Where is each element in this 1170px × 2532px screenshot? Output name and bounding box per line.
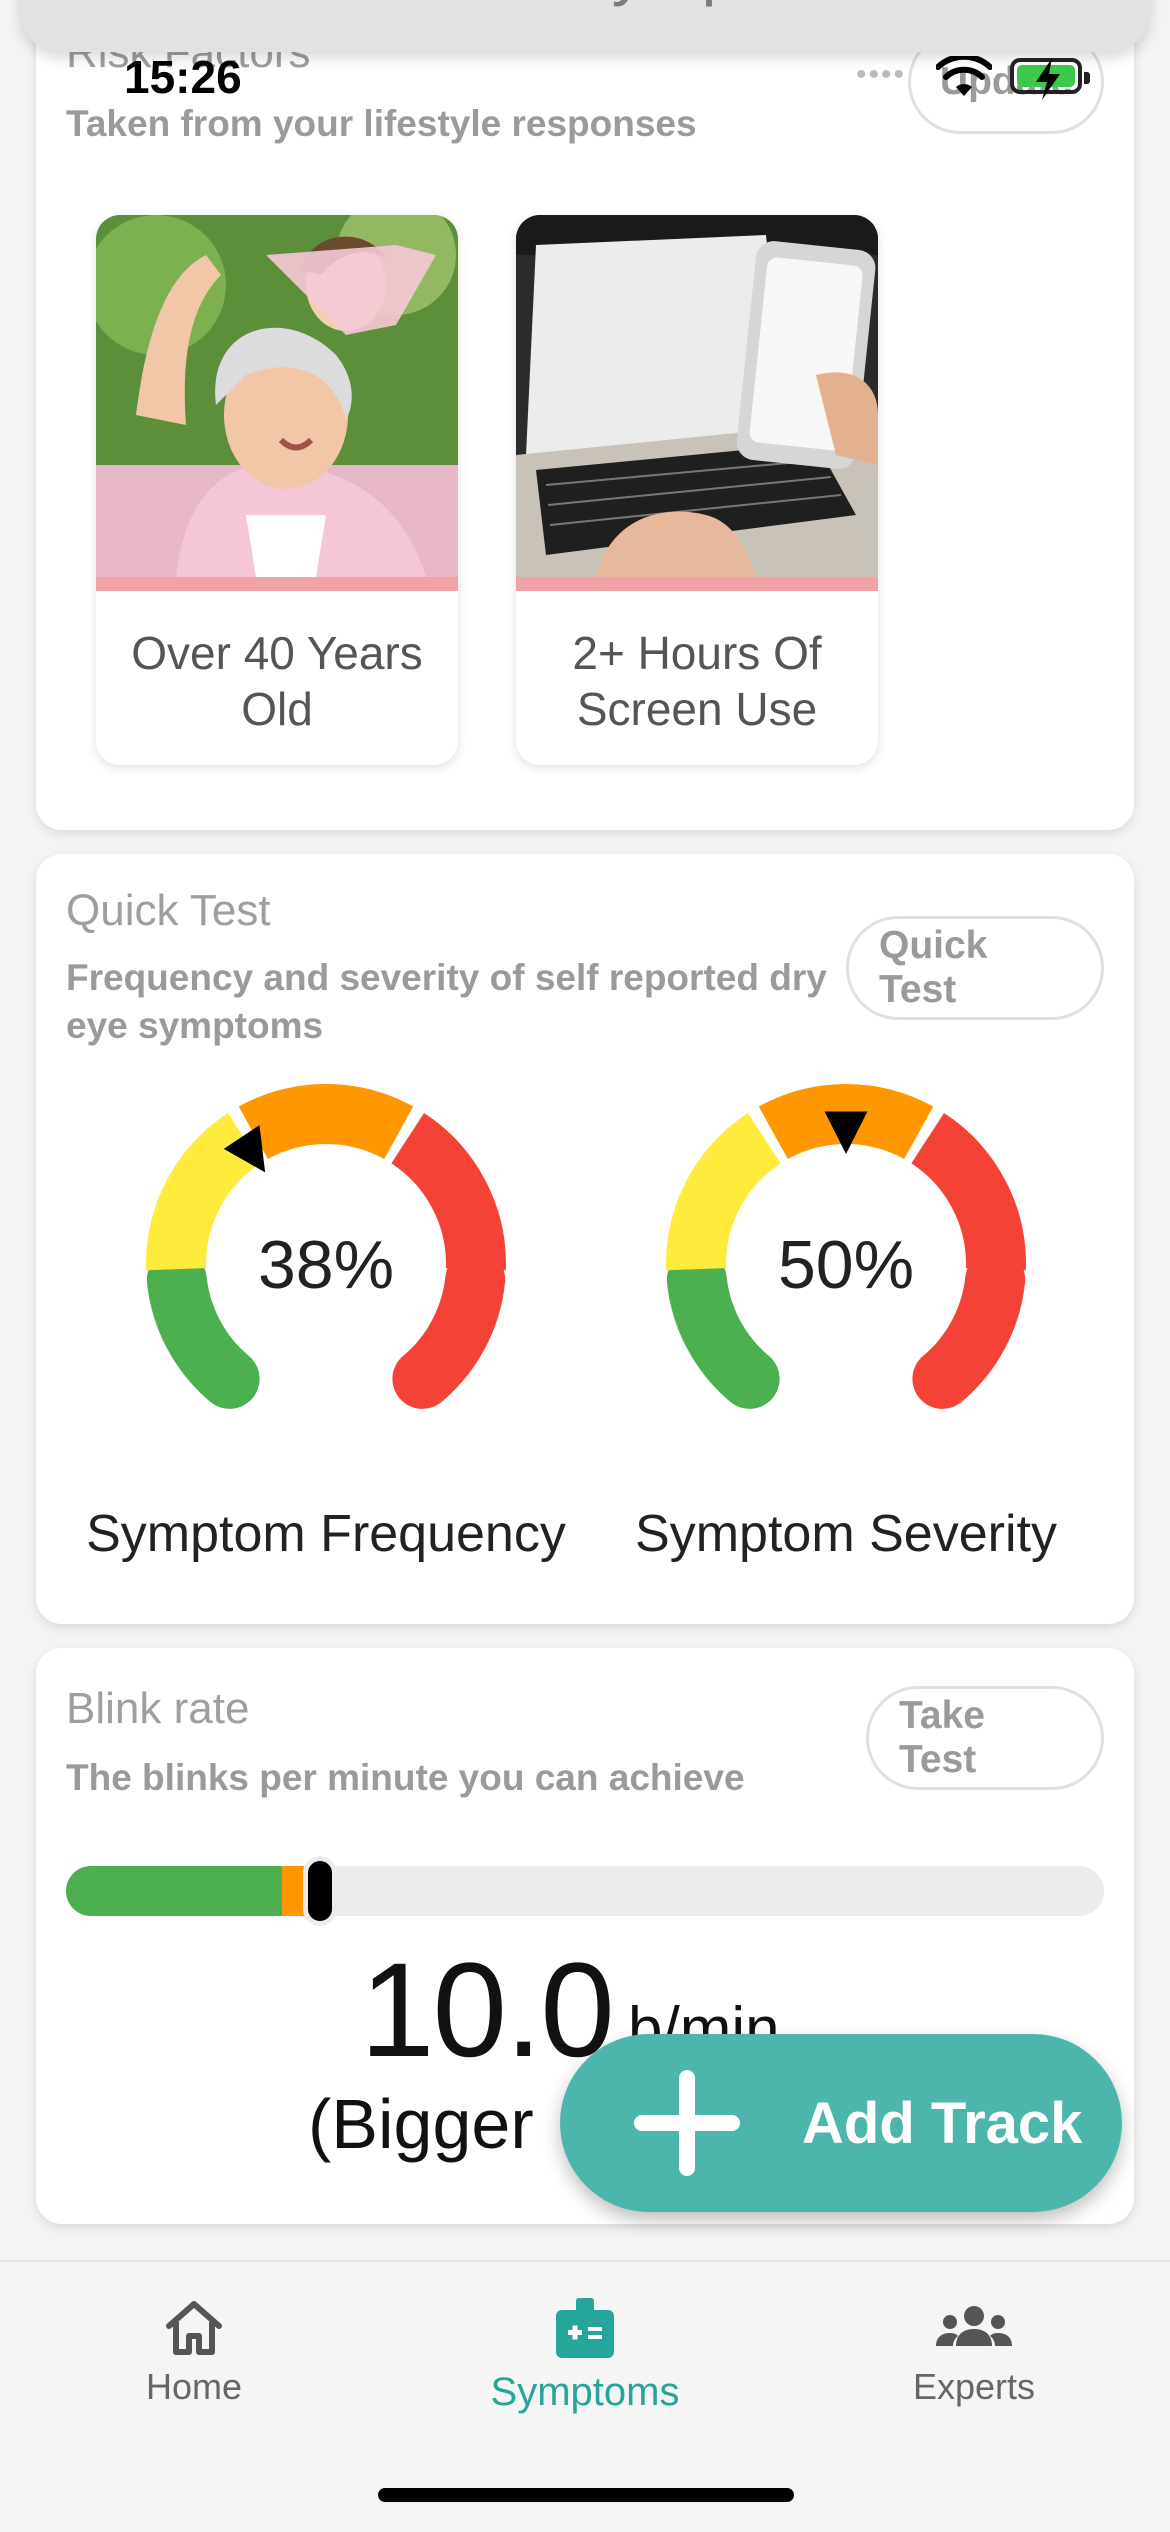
blink-rate-subtitle: The blinks per minute you can achieve <box>66 1757 745 1798</box>
quick-test-subtitle: Frequency and severity of self reported … <box>66 957 827 1046</box>
home-icon <box>166 2301 222 2355</box>
blink-rate-title: Blink rate <box>66 1684 250 1733</box>
blink-rate-bar-green <box>66 1866 283 1916</box>
gauge-segment-0 <box>666 1249 780 1409</box>
risk-factors-subtitle: Taken from your lifestyle responses <box>66 103 697 144</box>
gauge-value: 38% <box>258 1227 394 1303</box>
group-icon <box>936 2306 1012 2346</box>
grandmother-with-child-photo <box>96 215 458 577</box>
gauge-segment-4 <box>392 1249 506 1409</box>
nav-symptoms-label: Symptoms <box>490 2370 680 2414</box>
risk-tile-screen-label: 2+ Hours Of Screen Use <box>572 627 822 735</box>
risk-factors-card: Risk Factors Taken from your lifestyle r… <box>36 10 1134 830</box>
symptom-frequency-label: Symptom Frequency <box>86 1505 566 1563</box>
gauge-segment-3 <box>910 1113 1026 1271</box>
page-header: Measure Symptoms <box>20 0 1150 52</box>
risk-tile-age-label: Over 40 Years Old <box>131 627 423 735</box>
gauge-segment-4 <box>912 1249 1026 1409</box>
gauge-segment-3 <box>390 1113 506 1271</box>
symptom-severity-label: Symptom Severity <box>635 1505 1057 1563</box>
laptop-and-phone-photo <box>516 215 878 577</box>
nav-item-symptoms[interactable]: Symptoms <box>435 2298 735 2415</box>
gauge-segment-1 <box>146 1113 262 1271</box>
take-test-button[interactable]: Take Test <box>866 1686 1104 1790</box>
symptom-severity-gauge: 50% <box>666 1084 1026 1409</box>
nav-item-home[interactable]: Home <box>44 2298 344 2408</box>
nav-home-label: Home <box>145 2366 243 2407</box>
quick-test-title: Quick Test <box>66 886 271 935</box>
add-track-label: Add Track <box>802 2091 1083 2156</box>
blink-rate-value: 10.0 <box>360 1936 615 2085</box>
gauge-segment-1 <box>666 1113 782 1271</box>
add-track-button[interactable]: Add Track <box>560 2034 1122 2212</box>
nav-item-experts[interactable]: Experts <box>824 2298 1124 2408</box>
medical-kit-icon <box>556 2298 614 2358</box>
gauge-segment-2 <box>238 1084 414 1160</box>
gauge-value: 50% <box>778 1227 914 1303</box>
blink-rate-note: (Bigger <box>308 2085 534 2163</box>
risk-tile-screen-time[interactable]: 2+ Hours Of Screen Use <box>516 215 878 765</box>
quick-test-card: Quick Test Frequency and severity of sel… <box>36 854 1134 1624</box>
home-indicator <box>378 2488 794 2502</box>
nav-experts-label: Experts <box>912 2366 1036 2407</box>
risk-tile-age[interactable]: Over 40 Years Old <box>96 215 458 765</box>
page-title: Measure Symptoms <box>20 0 1150 8</box>
blink-rate-bar <box>66 1866 1104 1916</box>
gauge-segment-0 <box>146 1249 260 1409</box>
blink-rate-marker <box>303 1856 338 1926</box>
symptom-frequency-gauge: 38% <box>146 1084 506 1409</box>
plus-icon <box>634 2070 740 2176</box>
quick-test-button[interactable]: Quick Test <box>846 916 1104 1020</box>
